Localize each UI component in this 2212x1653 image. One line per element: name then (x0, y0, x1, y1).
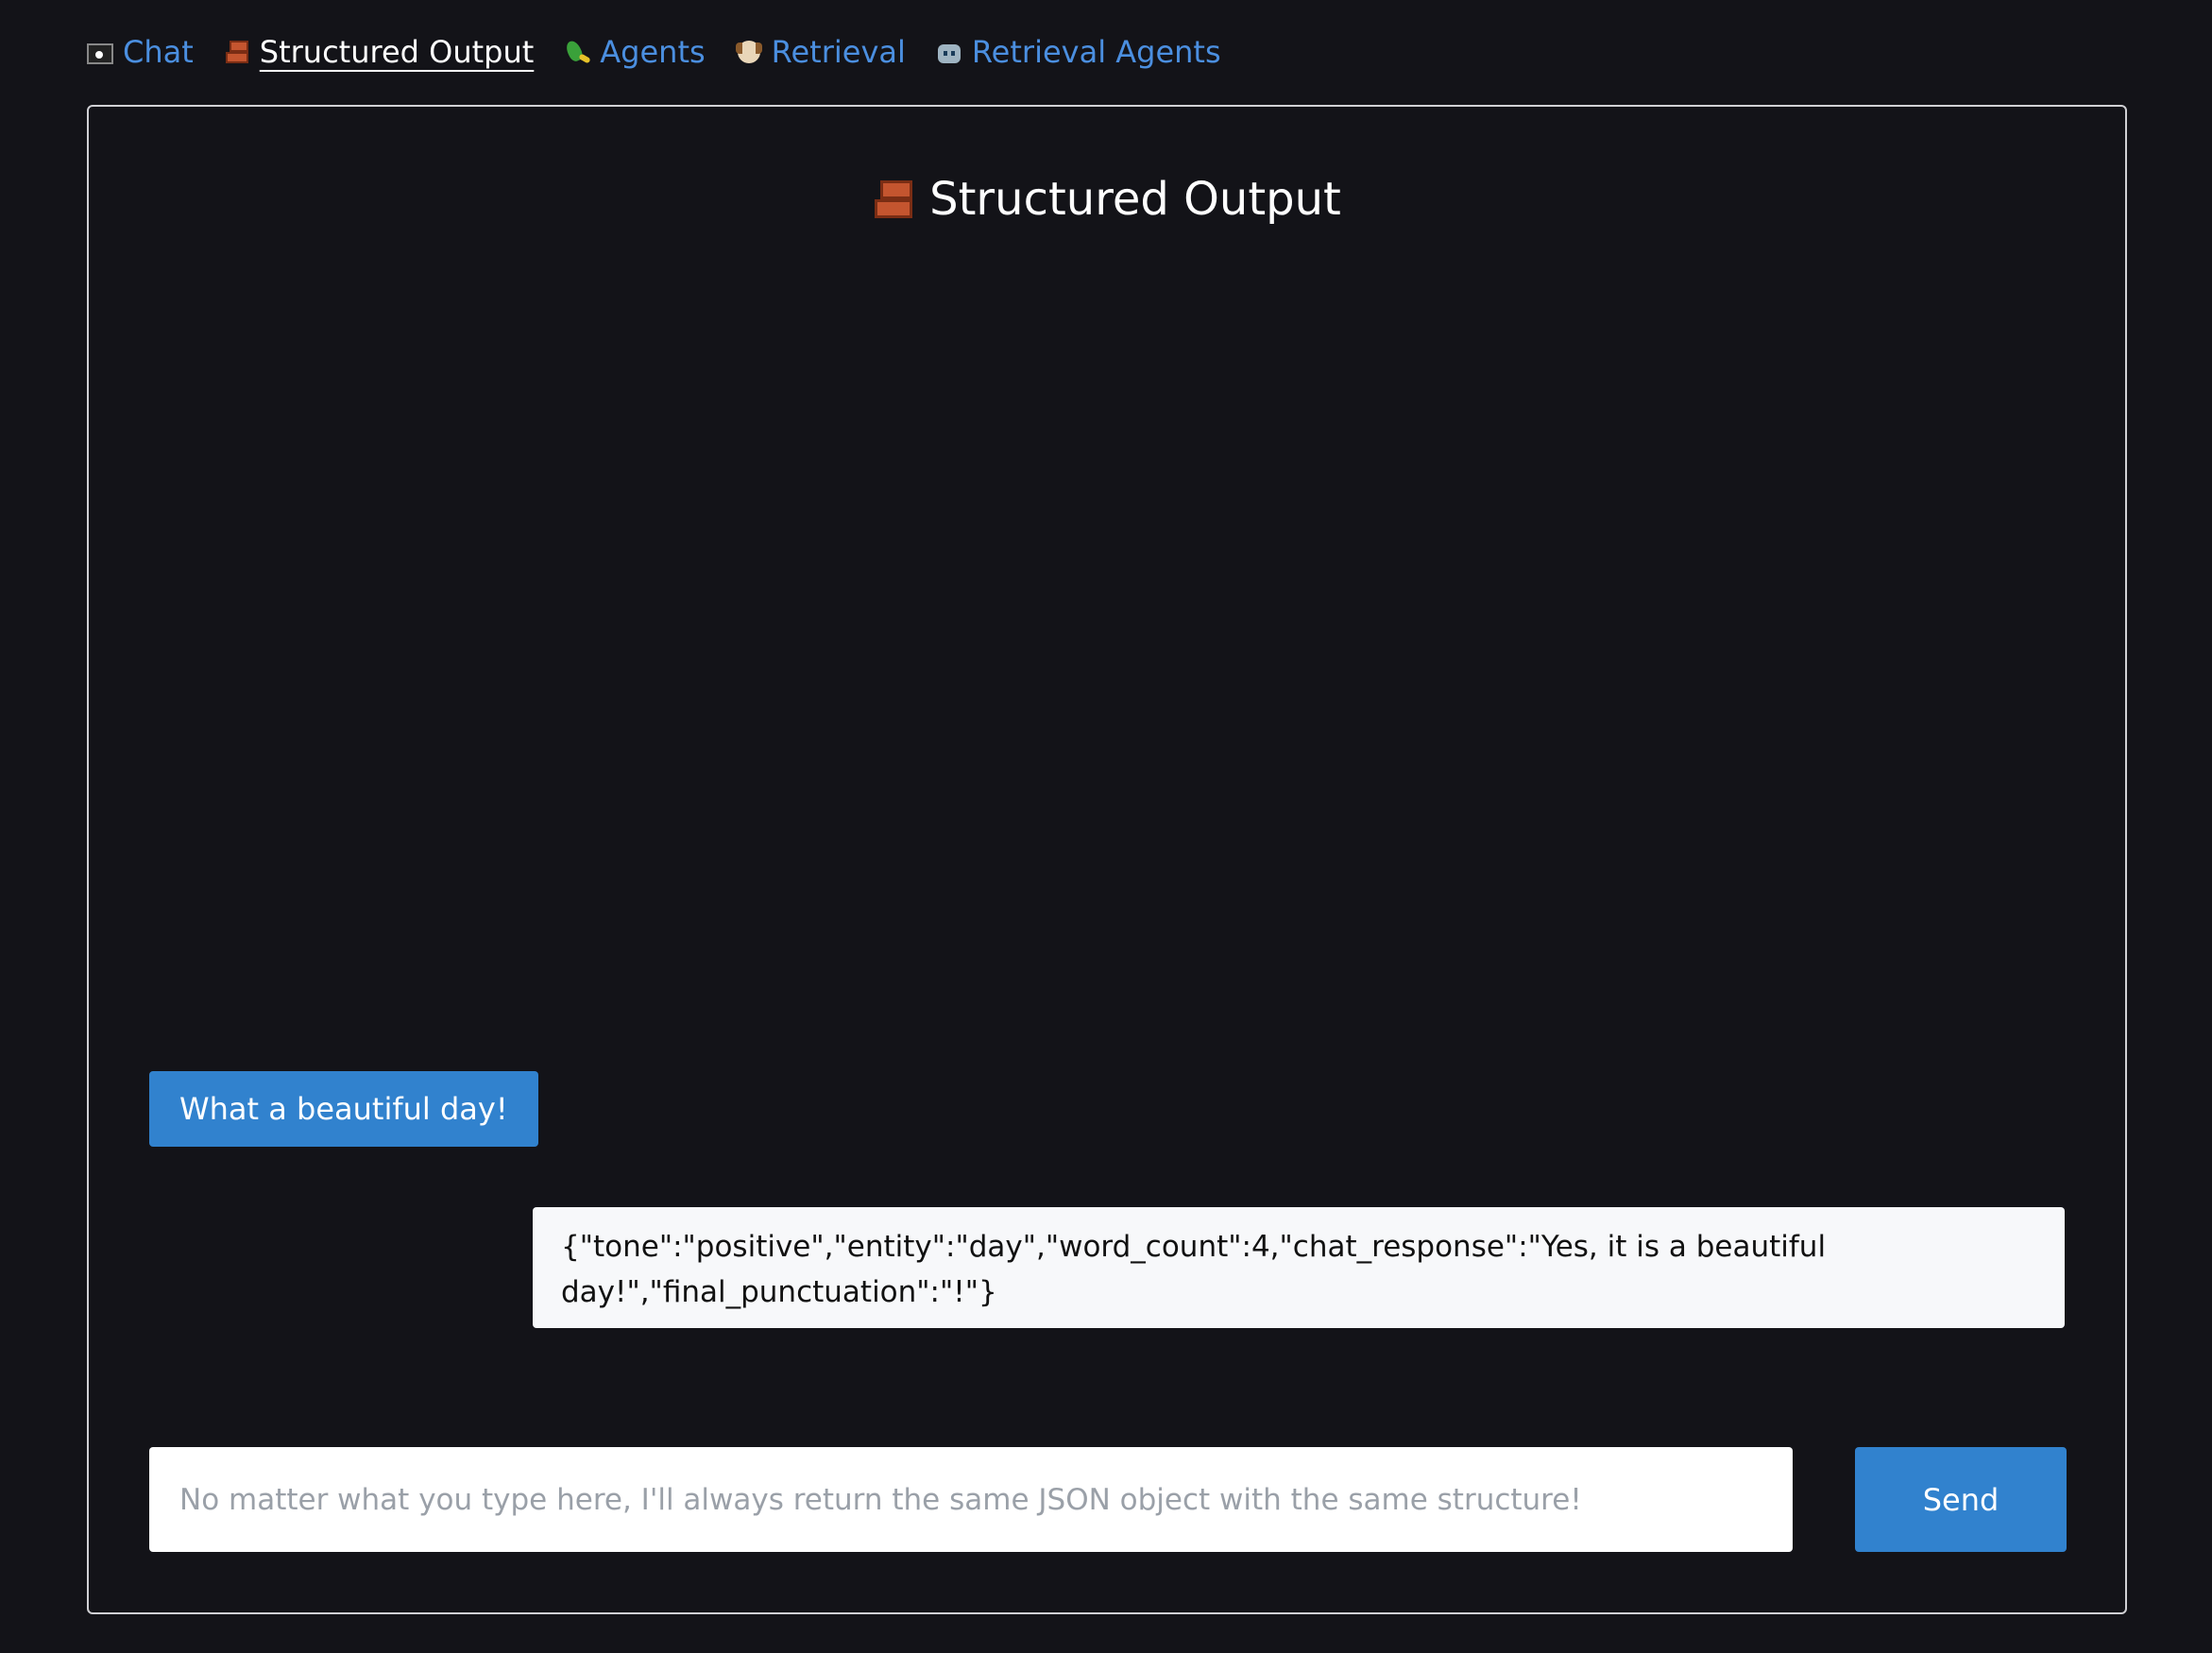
nav-link-structured-output[interactable]: Structured Output (224, 34, 535, 70)
pirate-flag-icon (87, 43, 113, 64)
nav-link-chat[interactable]: Chat (87, 34, 194, 70)
user-message: What a beautiful day! (149, 1071, 538, 1147)
nav-link-retrieval-agents[interactable]: Retrieval Agents (936, 34, 1221, 70)
nav-link-label: Chat (123, 34, 194, 70)
assistant-message: {"tone":"positive","entity":"day","word_… (533, 1207, 2065, 1328)
nav-link-label: Retrieval Agents (971, 34, 1221, 70)
bricks-icon (224, 39, 250, 65)
dog-icon (735, 39, 762, 65)
nav-link-label: Agents (600, 34, 706, 70)
nav-link-retrieval[interactable]: Retrieval (735, 34, 906, 70)
nav-link-label: Retrieval (771, 34, 906, 70)
message-input[interactable] (149, 1447, 1793, 1552)
nav-link-label: Structured Output (259, 34, 535, 70)
robot-icon (936, 39, 962, 65)
page-title-text: Structured Output (929, 173, 1341, 226)
top-nav: Chat Structured Output Agents Retrieval … (87, 28, 1221, 76)
chat-panel: Structured Output What a beautiful day! … (87, 105, 2127, 1614)
parrot-icon (564, 39, 590, 65)
page-title: Structured Output (89, 173, 2125, 226)
send-button[interactable]: Send (1855, 1447, 2067, 1552)
nav-link-agents[interactable]: Agents (564, 34, 705, 70)
bricks-icon (873, 179, 914, 220)
